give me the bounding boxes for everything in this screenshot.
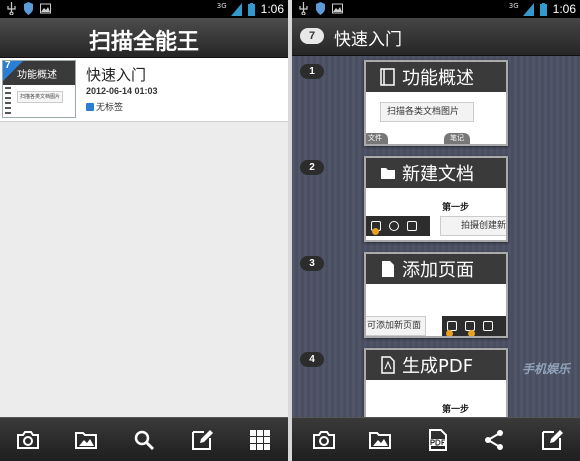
shield-icon bbox=[316, 2, 325, 15]
document-list-screen: 3G 1:06 扫描全能王 功能概述 扫描各类文档图片 7 快速入门 2012-… bbox=[0, 0, 288, 461]
page-icon bbox=[382, 261, 394, 277]
usb-icon bbox=[299, 2, 308, 15]
page-thumbnail: 添加页面 可添加新页面 bbox=[364, 252, 508, 338]
page-box: 扫描各类文档图片 bbox=[380, 102, 474, 122]
page-count-badge: 7 bbox=[5, 60, 11, 71]
page-thumbnail: 新建文档 第一步 拍摄创建新 bbox=[364, 156, 508, 242]
signal-icon bbox=[522, 2, 534, 16]
document-thumbnail: 功能概述 扫描各类文档图片 7 bbox=[2, 60, 76, 118]
page-box: 可添加新页面 bbox=[366, 316, 426, 336]
grid-icon bbox=[250, 430, 270, 450]
gallery-button[interactable] bbox=[366, 426, 394, 454]
page-pill-right: 笔记 bbox=[444, 133, 470, 144]
camera-button[interactable] bbox=[310, 426, 338, 454]
new-note-button[interactable] bbox=[538, 426, 566, 454]
document-date: 2012-06-14 01:03 bbox=[86, 86, 158, 96]
search-icon bbox=[134, 430, 155, 451]
app-header: 扫描全能王 bbox=[0, 18, 288, 58]
page-step: 第一步 bbox=[442, 203, 470, 213]
page-title: 生成PDF bbox=[402, 356, 474, 377]
image-notification-icon bbox=[40, 3, 51, 14]
document-tag-label: 无标签 bbox=[96, 103, 124, 113]
page-list: 1 功能概述 扫描各类文档图片 文件 笔记 2 新建文档 第一步 拍摄创建新 3… bbox=[292, 56, 580, 434]
book-icon bbox=[380, 68, 395, 86]
edit-icon bbox=[407, 221, 417, 231]
page-number: 4 bbox=[300, 352, 324, 367]
thumbnail-box: 扫描各类文档图片 bbox=[17, 91, 63, 103]
page-number: 1 bbox=[300, 64, 324, 79]
page-item-2[interactable]: 2 新建文档 第一步 拍摄创建新 bbox=[292, 156, 580, 246]
page-thumbnail: 功能概述 扫描各类文档图片 文件 笔记 bbox=[364, 60, 508, 146]
battery-icon bbox=[247, 2, 255, 16]
gallery-icon bbox=[369, 432, 391, 449]
battery-icon bbox=[539, 2, 547, 16]
document-header: 7 快速入门 bbox=[292, 18, 580, 56]
screenshot-root: 3G 1:06 扫描全能王 功能概述 扫描各类文档图片 7 快速入门 2012-… bbox=[0, 0, 580, 461]
page-box: 拍摄创建新 bbox=[440, 216, 506, 236]
network-type: 3G bbox=[508, 2, 519, 10]
page-number: 3 bbox=[300, 256, 324, 271]
bottom-toolbar bbox=[292, 417, 580, 461]
page-title: 添加页面 bbox=[402, 260, 474, 281]
page-number: 2 bbox=[300, 160, 324, 175]
tag-icon bbox=[86, 102, 94, 111]
edit-icon bbox=[483, 321, 493, 331]
page-pill-left: 文件 bbox=[366, 133, 388, 144]
watermark: 手机娱乐 bbox=[521, 362, 570, 376]
new-note-button[interactable] bbox=[188, 426, 216, 454]
page-item-3[interactable]: 3 添加页面 可添加新页面 bbox=[292, 252, 580, 342]
app-title: 扫描全能王 bbox=[88, 30, 199, 55]
signal-icon bbox=[230, 2, 242, 16]
pdf-icon bbox=[429, 429, 447, 451]
status-bar: 3G 1:06 bbox=[292, 0, 580, 18]
document-name: 快速入门 bbox=[86, 66, 147, 84]
folder-icon bbox=[381, 168, 395, 179]
edit-icon bbox=[542, 430, 563, 450]
page-title: 新建文档 bbox=[402, 164, 474, 185]
status-bar: 3G 1:06 bbox=[0, 0, 288, 18]
thumbnail-title: 功能概述 bbox=[17, 70, 57, 81]
page-title: 功能概述 bbox=[402, 68, 474, 89]
edit-icon bbox=[192, 430, 213, 450]
grid-view-button[interactable] bbox=[246, 426, 274, 454]
document-list-item[interactable]: 功能概述 扫描各类文档图片 7 快速入门 2012-06-14 01:03 无标… bbox=[0, 58, 288, 122]
network-type: 3G bbox=[216, 2, 227, 10]
document-title[interactable]: 快速入门 bbox=[334, 25, 402, 50]
page-step: 第一步 bbox=[442, 405, 470, 415]
camera-button[interactable] bbox=[14, 426, 42, 454]
page-item-1[interactable]: 1 功能概述 扫描各类文档图片 文件 笔记 bbox=[292, 60, 580, 150]
page-count-pill[interactable]: 7 bbox=[300, 28, 324, 44]
gallery-button[interactable] bbox=[72, 426, 100, 454]
document-pages-screen: 3G 1:06 7 快速入门 1 功能概述 扫描各类文档图片 文件 笔记 2 新… bbox=[292, 0, 580, 461]
pdf-button[interactable] bbox=[424, 426, 452, 454]
share-icon bbox=[485, 430, 503, 450]
clock: 1:06 bbox=[260, 2, 284, 16]
pdf-icon bbox=[381, 356, 395, 374]
share-button[interactable] bbox=[480, 426, 508, 454]
usb-icon bbox=[7, 2, 16, 15]
shield-icon bbox=[24, 2, 33, 15]
search-button[interactable] bbox=[130, 426, 158, 454]
bottom-toolbar bbox=[0, 417, 288, 461]
image-notification-icon bbox=[332, 3, 343, 14]
document-tag: 无标签 bbox=[86, 100, 123, 113]
search-icon bbox=[389, 221, 399, 231]
camera-icon bbox=[17, 431, 39, 449]
gallery-icon bbox=[75, 432, 97, 449]
clock: 1:06 bbox=[552, 2, 576, 16]
camera-icon bbox=[313, 431, 335, 449]
